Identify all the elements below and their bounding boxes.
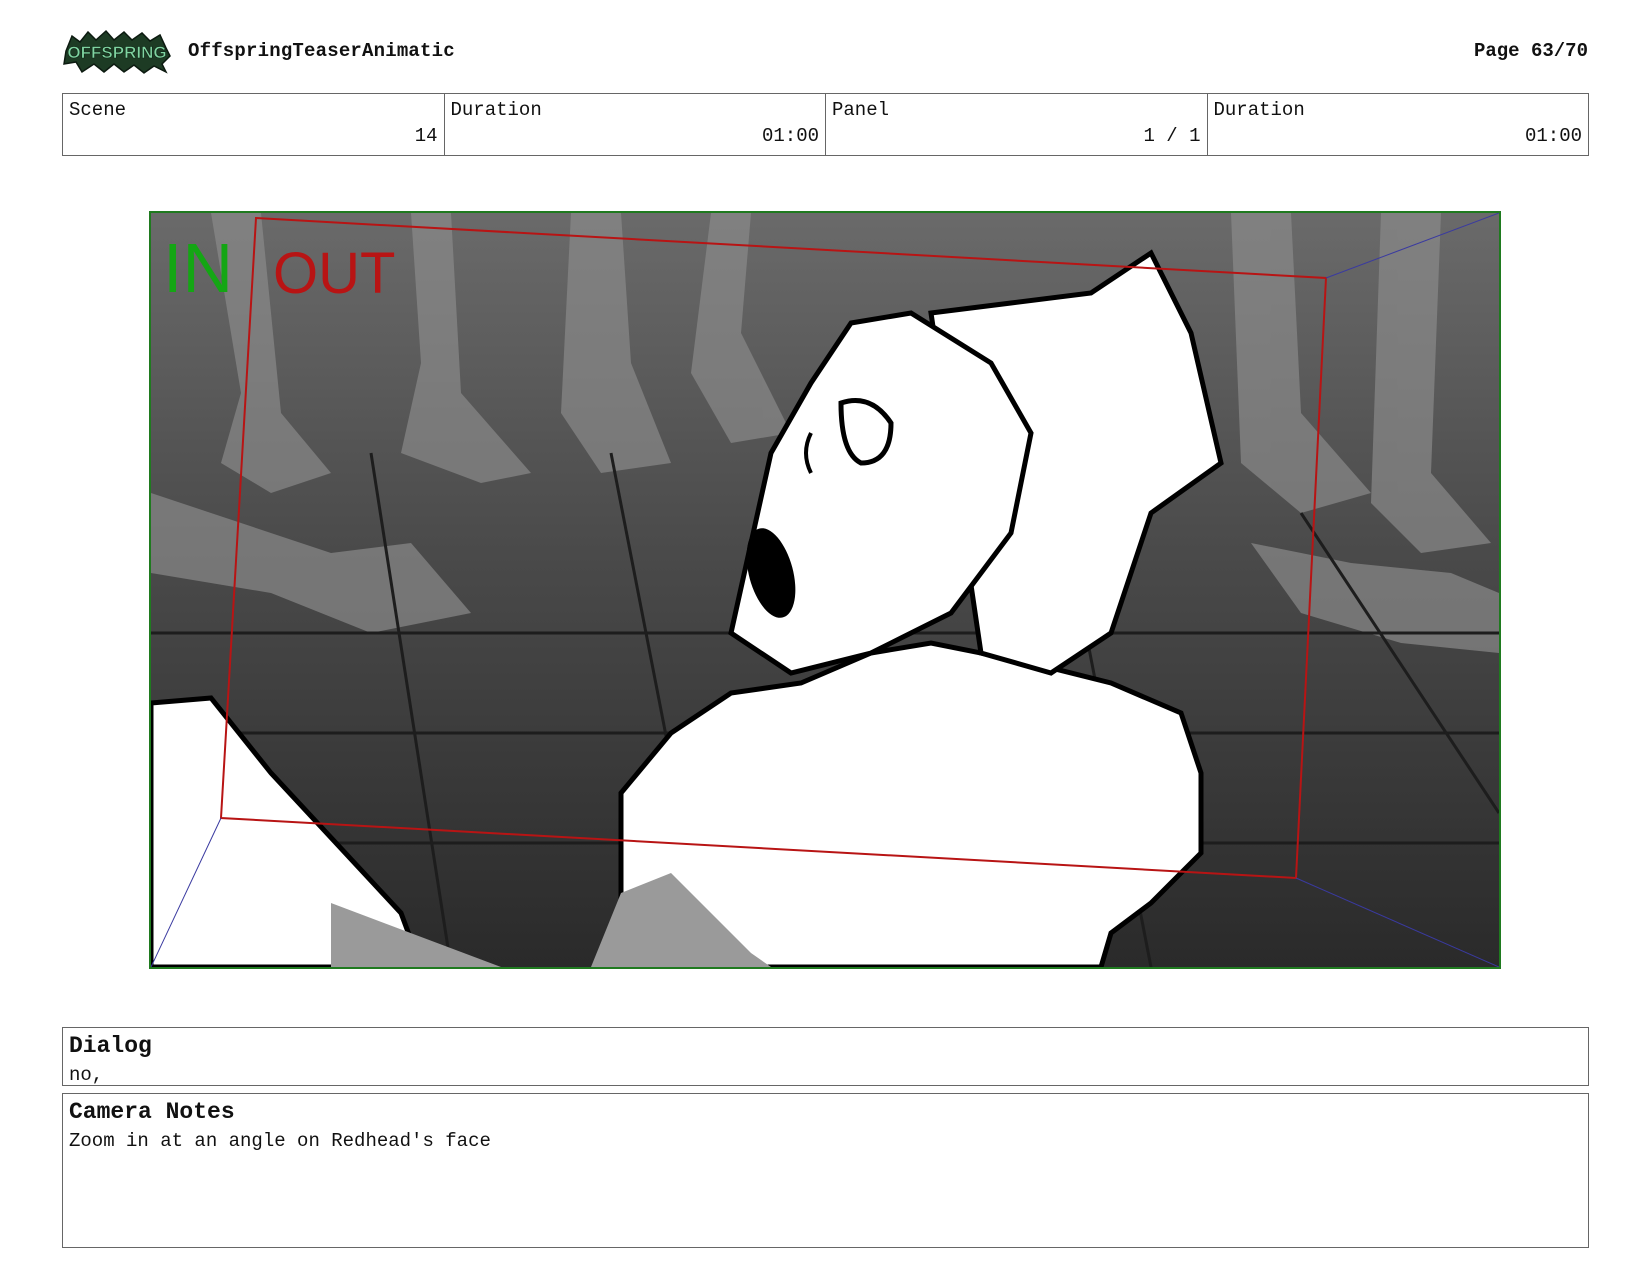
scene-value: 14 <box>414 125 438 147</box>
scene-info-table: Scene 14 Duration 01:00 Panel 1 / 1 Dura… <box>62 93 1589 156</box>
dialog-box: Dialog no, <box>62 1027 1589 1086</box>
page-number: Page 63/70 <box>1473 40 1588 62</box>
page-header: OFFSPRING OffspringTeaserAnimatic Page 6… <box>62 28 1588 74</box>
panel-duration-value: 01:00 <box>1524 125 1582 147</box>
camera-notes-box: Camera Notes Zoom in at an angle on Redh… <box>62 1093 1589 1248</box>
storyboard-frame: IN OUT <box>149 211 1501 969</box>
panel-value: 1 / 1 <box>1143 125 1201 147</box>
panel-label: Panel <box>832 99 890 121</box>
scene-cell: Scene 14 <box>63 94 445 155</box>
scene-label: Scene <box>69 99 127 121</box>
camera-notes-text: Zoom in at an angle on Redhead's face <box>69 1130 491 1152</box>
in-label: IN <box>163 229 233 307</box>
panel-duration-cell: Duration 01:00 <box>1208 94 1589 155</box>
panel-duration-label: Duration <box>1213 99 1305 121</box>
dialog-title: Dialog <box>69 1033 152 1059</box>
panel-cell: Panel 1 / 1 <box>826 94 1208 155</box>
dialog-text: no, <box>69 1064 104 1086</box>
out-label: OUT <box>273 241 396 306</box>
storyboard-drawing <box>151 213 1499 967</box>
scene-duration-cell: Duration 01:00 <box>445 94 826 155</box>
scene-duration-value: 01:00 <box>761 125 819 147</box>
offspring-logo: OFFSPRING <box>62 28 172 74</box>
camera-notes-title: Camera Notes <box>69 1099 235 1125</box>
svg-text:OFFSPRING: OFFSPRING <box>67 43 166 62</box>
app-title: OffspringTeaserAnimatic <box>188 40 455 62</box>
scene-duration-label: Duration <box>450 99 542 121</box>
